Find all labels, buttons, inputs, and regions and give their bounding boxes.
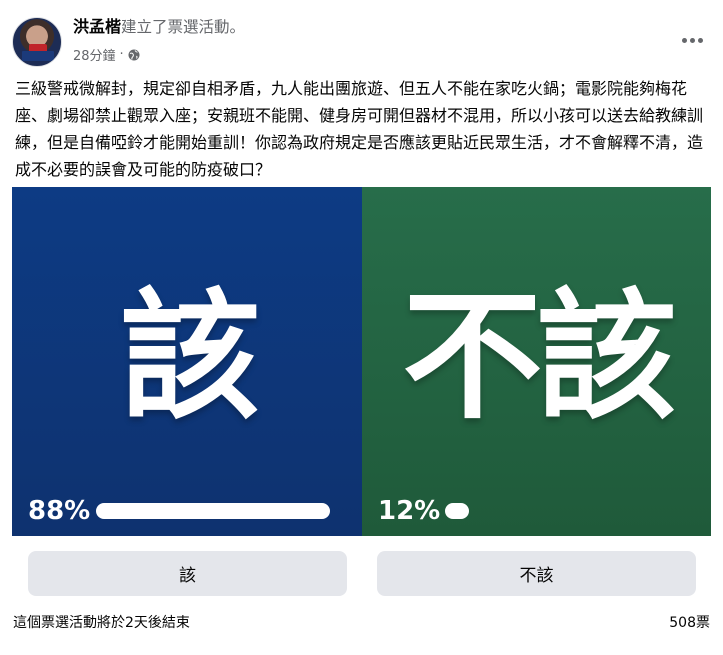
- post-header: 洪孟楷建立了票選活動。 28分鐘 ·: [12, 12, 712, 68]
- more-dots-icon: [681, 37, 687, 43]
- post-action-text: 建立了票選活動。: [121, 18, 246, 36]
- poll-option-no-big-label: 不該: [402, 276, 676, 439]
- vote-buttons: 該 不該: [28, 551, 696, 596]
- poll-option-no-bar-fill: [445, 503, 469, 519]
- poll-image: 該 88% 不該 12%: [12, 187, 711, 536]
- more-dot: [697, 37, 703, 43]
- more-options-button[interactable]: [674, 28, 710, 52]
- poll-option-no-percent: 12%: [378, 496, 441, 526]
- post-title-line: 洪孟楷建立了票選活動。: [73, 17, 245, 37]
- more-dot: [689, 37, 695, 43]
- vote-no-button[interactable]: 不該: [377, 551, 696, 596]
- avatar-badge: [22, 51, 54, 61]
- globe-icon: [128, 49, 140, 61]
- poll-option-yes-bar-fill: [96, 503, 330, 519]
- poll-option-yes-card[interactable]: 該 88%: [12, 187, 362, 536]
- poll-option-yes-bar: [96, 503, 330, 519]
- post-meta: 28分鐘 ·: [73, 45, 140, 64]
- vote-yes-button[interactable]: 該: [28, 551, 347, 596]
- author-name[interactable]: 洪孟楷: [73, 17, 121, 36]
- post-body-text: 三級警戒微解封，規定卻自相矛盾，九人能出團旅遊、但五人不能在家吃火鍋；電影院能夠…: [15, 79, 704, 179]
- meta-separator: ·: [119, 47, 124, 62]
- poll-end-notice: 這個票選活動將於2天後結束: [13, 615, 190, 631]
- poll-vote-count[interactable]: 508票: [669, 612, 710, 632]
- poll-option-no-bar: [445, 503, 469, 519]
- poll-option-yes-percent: 88%: [28, 496, 91, 526]
- poll-option-no-card[interactable]: 不該 12%: [362, 187, 711, 536]
- poll-option-yes-big-label: 該: [119, 276, 260, 439]
- post-timestamp[interactable]: 28分鐘: [73, 45, 116, 64]
- author-avatar[interactable]: [12, 17, 62, 67]
